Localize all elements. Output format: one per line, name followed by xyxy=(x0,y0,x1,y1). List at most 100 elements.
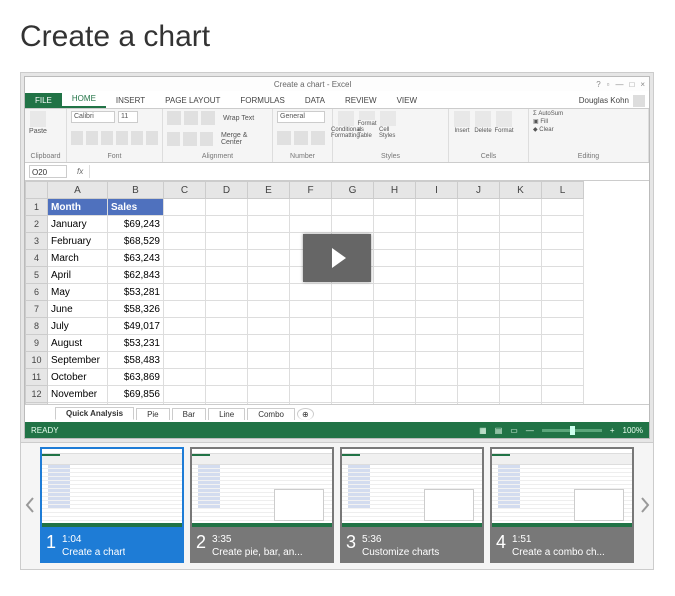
column-header[interactable]: D xyxy=(206,182,248,199)
row-header[interactable]: 7 xyxy=(26,301,48,318)
clear-button[interactable]: Clear xyxy=(539,127,553,133)
sheet-tab[interactable]: Bar xyxy=(172,408,206,420)
column-header[interactable]: F xyxy=(290,182,332,199)
spreadsheet-grid[interactable]: ABCDEFGHIJKL1MonthSales2January$69,2433F… xyxy=(25,181,649,404)
cell[interactable] xyxy=(542,352,584,369)
cell[interactable] xyxy=(374,386,416,403)
cell[interactable] xyxy=(542,199,584,216)
tab-formulas[interactable]: FORMULAS xyxy=(230,93,294,108)
cell[interactable]: December xyxy=(48,403,108,405)
video-thumbnail[interactable]: 1 1:04Create a chart xyxy=(40,447,184,563)
cell[interactable] xyxy=(374,284,416,301)
cell[interactable] xyxy=(248,233,290,250)
column-header[interactable]: C xyxy=(164,182,206,199)
ribbon-display-icon[interactable]: ▫ xyxy=(607,80,610,89)
cell[interactable] xyxy=(374,233,416,250)
cell[interactable] xyxy=(416,403,458,405)
cell[interactable] xyxy=(374,301,416,318)
column-header[interactable]: B xyxy=(108,182,164,199)
cell[interactable] xyxy=(458,233,500,250)
font-color-icon[interactable] xyxy=(146,131,158,145)
cell[interactable] xyxy=(206,335,248,352)
row-header[interactable]: 8 xyxy=(26,318,48,335)
cell[interactable]: $69,856 xyxy=(108,386,164,403)
column-header[interactable]: G xyxy=(332,182,374,199)
column-header[interactable]: A xyxy=(48,182,108,199)
tab-data[interactable]: DATA xyxy=(295,93,335,108)
cell[interactable] xyxy=(206,369,248,386)
cell[interactable]: $53,231 xyxy=(108,335,164,352)
cell[interactable] xyxy=(164,267,206,284)
merge-center-button[interactable]: Merge & Center xyxy=(221,132,268,146)
cell[interactable] xyxy=(542,250,584,267)
cell[interactable] xyxy=(206,216,248,233)
cell[interactable] xyxy=(458,250,500,267)
cell[interactable] xyxy=(542,267,584,284)
cell[interactable] xyxy=(542,335,584,352)
cell[interactable] xyxy=(206,386,248,403)
cell[interactable]: July xyxy=(48,318,108,335)
carousel-next-button[interactable] xyxy=(636,447,653,563)
sheet-tab[interactable]: Quick Analysis xyxy=(55,407,134,420)
cell[interactable] xyxy=(248,301,290,318)
cell[interactable] xyxy=(332,216,374,233)
align-mid-icon[interactable] xyxy=(184,111,198,125)
carousel-prev-button[interactable] xyxy=(21,447,38,563)
cell[interactable]: September xyxy=(48,352,108,369)
cell[interactable] xyxy=(206,352,248,369)
cell[interactable] xyxy=(500,352,542,369)
cell[interactable] xyxy=(458,267,500,284)
close-icon[interactable]: × xyxy=(640,80,645,89)
cell[interactable] xyxy=(542,301,584,318)
cell[interactable] xyxy=(290,199,332,216)
cell[interactable] xyxy=(290,403,332,405)
cell[interactable] xyxy=(542,284,584,301)
row-header[interactable]: 2 xyxy=(26,216,48,233)
cell[interactable] xyxy=(374,267,416,284)
cell[interactable] xyxy=(500,284,542,301)
column-header[interactable]: H xyxy=(374,182,416,199)
cell[interactable] xyxy=(500,335,542,352)
zoom-slider[interactable] xyxy=(542,429,602,432)
fx-icon[interactable]: fx xyxy=(71,167,89,176)
cell[interactable]: August xyxy=(48,335,108,352)
tab-page-layout[interactable]: PAGE LAYOUT xyxy=(155,93,230,108)
view-normal-icon[interactable]: ▦ xyxy=(479,426,487,435)
cell[interactable] xyxy=(206,267,248,284)
cell[interactable] xyxy=(206,199,248,216)
row-header[interactable]: 10 xyxy=(26,352,48,369)
font-size-select[interactable]: 11 xyxy=(118,111,138,123)
row-header[interactable]: 3 xyxy=(26,233,48,250)
cell[interactable] xyxy=(164,403,206,405)
cell[interactable] xyxy=(206,301,248,318)
cell[interactable] xyxy=(542,403,584,405)
cell[interactable] xyxy=(248,216,290,233)
currency-icon[interactable] xyxy=(277,131,291,145)
row-header[interactable]: 5 xyxy=(26,267,48,284)
cell[interactable] xyxy=(542,386,584,403)
align-top-icon[interactable] xyxy=(167,111,181,125)
comma-icon[interactable] xyxy=(311,131,325,145)
row-header[interactable]: 4 xyxy=(26,250,48,267)
cell[interactable] xyxy=(248,267,290,284)
align-bot-icon[interactable] xyxy=(201,111,215,125)
cell[interactable] xyxy=(332,335,374,352)
cell[interactable] xyxy=(500,250,542,267)
cell[interactable]: $68,529 xyxy=(108,233,164,250)
cell[interactable] xyxy=(332,318,374,335)
cell[interactable] xyxy=(332,403,374,405)
cell[interactable] xyxy=(164,216,206,233)
user-account[interactable]: Douglas Kohn xyxy=(569,93,649,108)
cell[interactable] xyxy=(164,233,206,250)
cell[interactable]: November xyxy=(48,386,108,403)
sheet-tab[interactable]: Pie xyxy=(136,408,170,420)
font-name-select[interactable]: Calibri xyxy=(71,111,115,123)
cell[interactable]: $63,869 xyxy=(108,369,164,386)
cell[interactable]: March xyxy=(48,250,108,267)
cell[interactable] xyxy=(332,369,374,386)
cell[interactable]: June xyxy=(48,301,108,318)
conditional-formatting-button[interactable]: Conditional Formatting xyxy=(337,111,355,139)
delete-cells-button[interactable]: Delete xyxy=(474,111,492,139)
tab-file[interactable]: FILE xyxy=(25,93,62,108)
cell-styles-button[interactable]: Cell Styles xyxy=(379,111,397,139)
